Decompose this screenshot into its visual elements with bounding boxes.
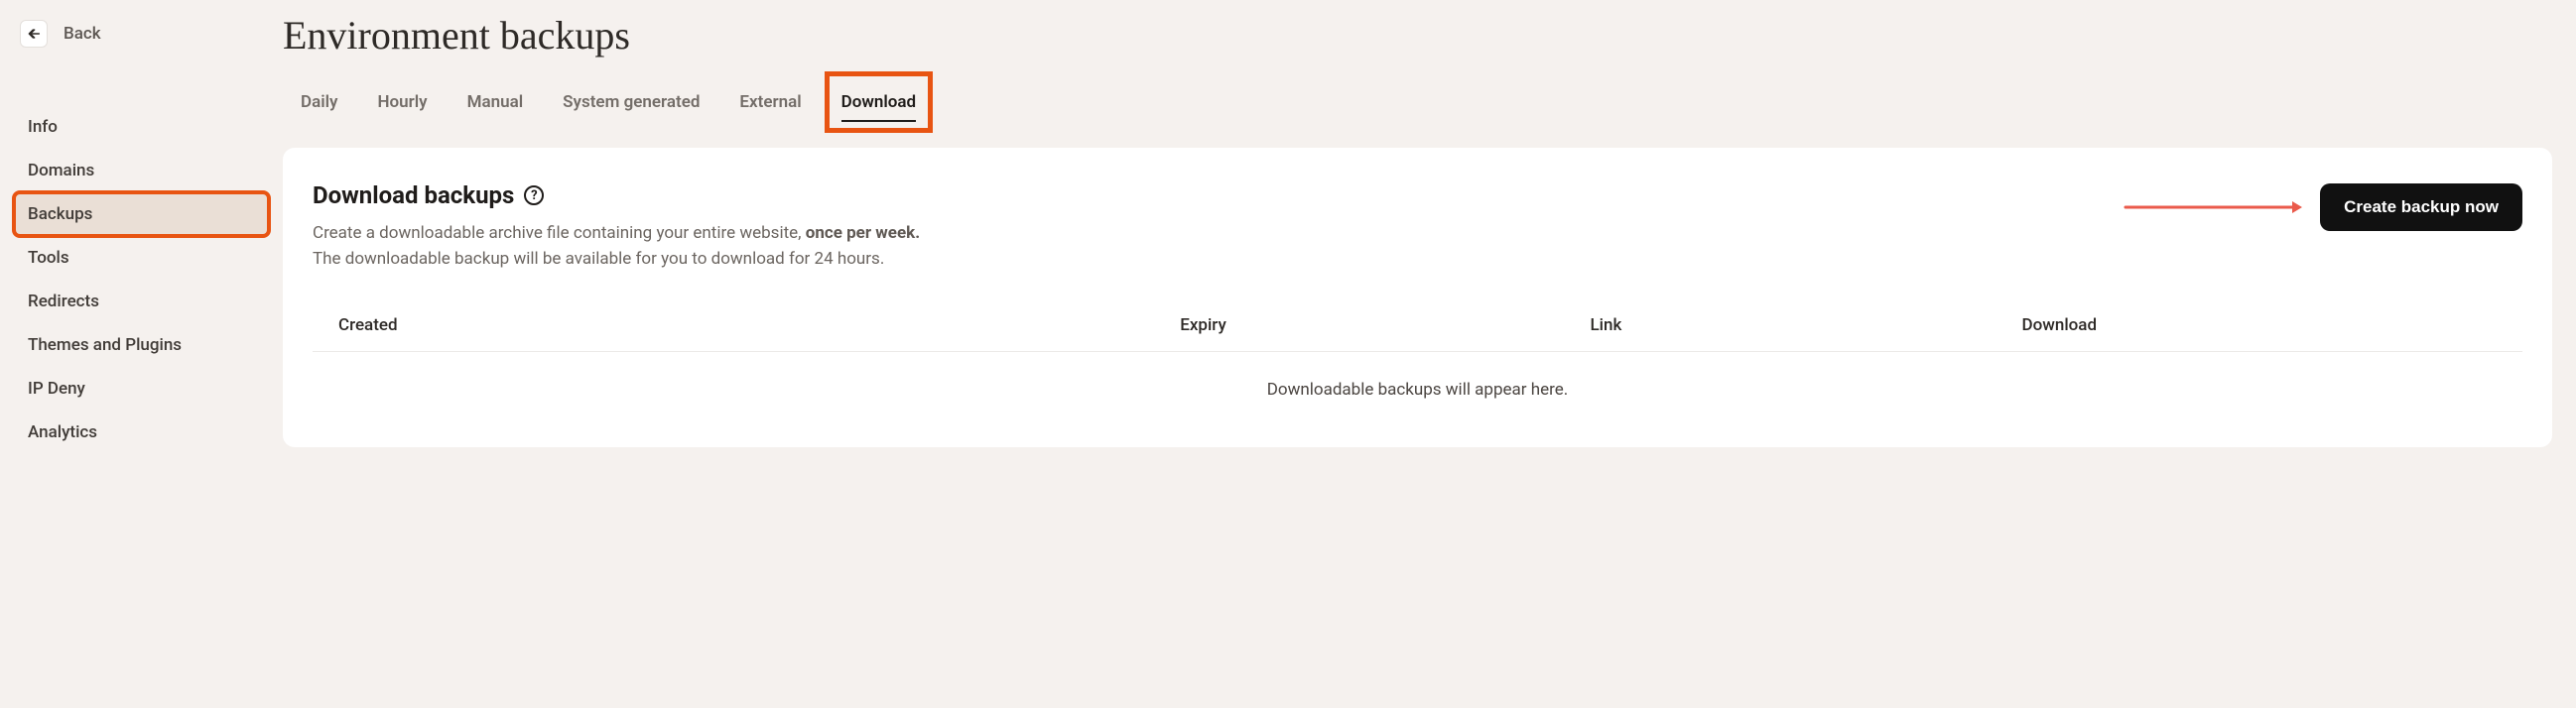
- arrow-left-icon: [26, 26, 42, 42]
- column-download: Download: [2022, 315, 2498, 335]
- card-title: Download backups: [313, 181, 514, 209]
- sidebar-item-domains[interactable]: Domains: [14, 149, 269, 192]
- backups-table: Created Expiry Link Download Downloadabl…: [313, 315, 2522, 408]
- page-title: Environment backups: [283, 12, 2552, 59]
- cta-wrap: Create backup now: [2124, 181, 2522, 231]
- tab-download[interactable]: Download: [839, 86, 918, 118]
- tab-hourly[interactable]: Hourly: [375, 86, 429, 118]
- sidebar-item-ip-deny[interactable]: IP Deny: [14, 367, 269, 411]
- card-desc-prefix: Create a downloadable archive file conta…: [313, 223, 806, 243]
- sidebar-item-tools[interactable]: Tools: [14, 236, 269, 280]
- sidebar-nav: Info Domains Backups Tools Redirects The…: [14, 105, 269, 454]
- tabs: Daily Hourly Manual System generated Ext…: [283, 86, 2552, 118]
- sidebar-item-analytics[interactable]: Analytics: [14, 411, 269, 454]
- card-header-left: Download backups ? Create a downloadable…: [313, 181, 920, 272]
- sidebar: Back Info Domains Backups Tools Redirect…: [0, 0, 283, 471]
- column-link: Link: [1591, 315, 2022, 335]
- card-description: Create a downloadable archive file conta…: [313, 221, 920, 272]
- sidebar-item-info[interactable]: Info: [14, 105, 269, 149]
- table-empty-message: Downloadable backups will appear here.: [313, 352, 2522, 408]
- table-header: Created Expiry Link Download: [313, 315, 2522, 352]
- main-content: Environment backups Daily Hourly Manual …: [283, 0, 2576, 471]
- back-label: Back: [64, 24, 101, 44]
- download-backups-card: Download backups ? Create a downloadable…: [283, 148, 2552, 447]
- back-button[interactable]: [20, 20, 48, 48]
- tab-external[interactable]: External: [737, 86, 803, 118]
- card-header: Download backups ? Create a downloadable…: [313, 181, 2522, 272]
- card-title-row: Download backups ?: [313, 181, 920, 209]
- back-row: Back: [14, 18, 269, 65]
- column-expiry: Expiry: [1180, 315, 1590, 335]
- tab-daily[interactable]: Daily: [299, 86, 339, 118]
- tab-manual[interactable]: Manual: [465, 86, 526, 118]
- sidebar-item-themes-plugins[interactable]: Themes and Plugins: [14, 323, 269, 367]
- help-icon[interactable]: ?: [524, 185, 544, 205]
- column-created: Created: [338, 315, 1180, 335]
- create-backup-button[interactable]: Create backup now: [2320, 183, 2522, 231]
- sidebar-item-backups[interactable]: Backups: [14, 192, 269, 236]
- card-desc-strong: once per week.: [806, 223, 920, 243]
- tab-system-generated[interactable]: System generated: [561, 86, 702, 118]
- annotation-arrow-icon: [2124, 199, 2302, 215]
- sidebar-item-redirects[interactable]: Redirects: [14, 280, 269, 323]
- card-desc-line2: The downloadable backup will be availabl…: [313, 249, 884, 269]
